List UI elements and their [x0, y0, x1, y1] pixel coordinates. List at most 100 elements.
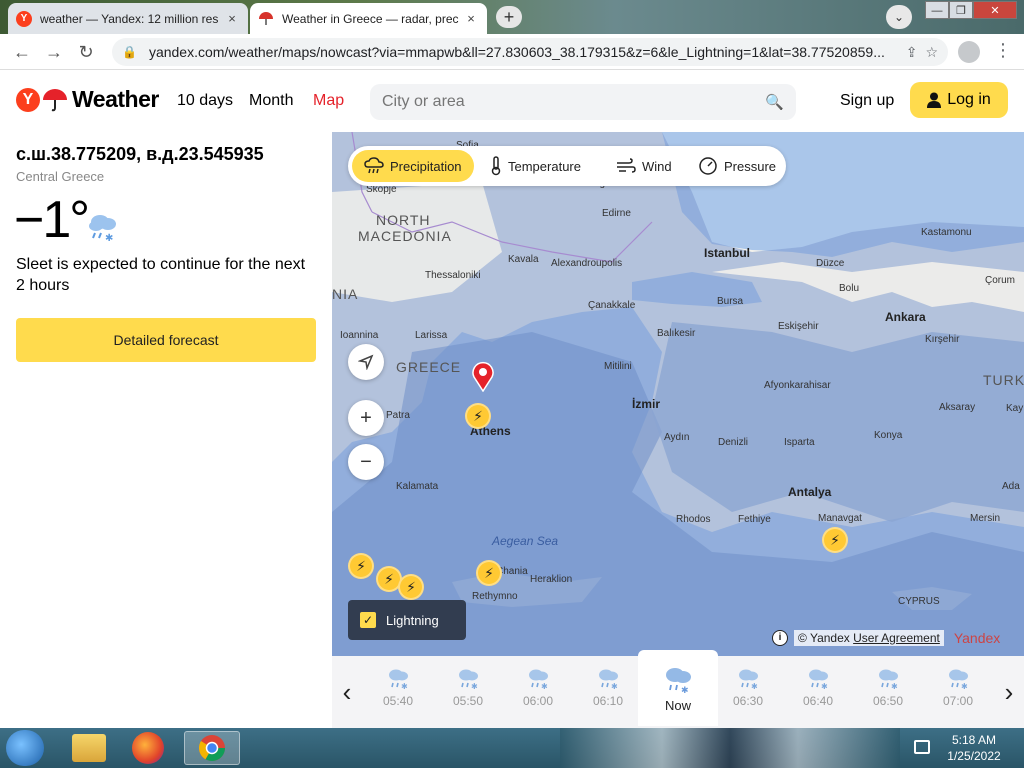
timeline-slot[interactable]: ✱ 05:50: [433, 656, 503, 728]
bookmark-star-icon[interactable]: ☆: [925, 44, 938, 61]
log-in-button[interactable]: Log in: [910, 82, 1008, 118]
sleet-cloud-icon: ✱: [89, 215, 116, 244]
browser-menu-icon[interactable]: ⋮: [994, 40, 1012, 61]
navigation-arrow-icon: [357, 354, 374, 371]
timeline-slot[interactable]: ✱ 06:40: [783, 656, 853, 728]
map-label-adana: Ada: [1002, 481, 1020, 492]
timeline-slot[interactable]: ✱ 05:40: [363, 656, 433, 728]
lightning-marker-icon[interactable]: ⚡: [465, 403, 491, 429]
layer-wind[interactable]: Wind: [604, 150, 684, 182]
thermometer-icon: [491, 156, 501, 176]
network-icon[interactable]: [914, 740, 930, 754]
forward-arrow-icon[interactable]: →: [42, 40, 66, 64]
locate-me-button[interactable]: [348, 344, 384, 380]
zoom-out-button[interactable]: −: [348, 444, 384, 480]
windows-start-button-icon[interactable]: [6, 730, 44, 766]
location-region: Central Greece: [16, 169, 105, 184]
map-label-isparta: Isparta: [784, 437, 815, 448]
reload-icon[interactable]: ↻: [74, 40, 98, 64]
city-search-input[interactable]: [382, 93, 766, 111]
profile-avatar-icon[interactable]: [958, 41, 980, 63]
window-close-button[interactable]: ✕: [973, 1, 1017, 19]
map-label-manavgat: Manavgat: [818, 513, 862, 524]
nowcast-timeline: ‹ ✱ 05:40 ✱ 05:50 ✱ 06:00 ✱ 06:10 ✱ Now …: [332, 650, 1024, 728]
nav-month[interactable]: Month: [249, 92, 293, 110]
location-pin-icon[interactable]: [470, 360, 496, 392]
timeline-slot[interactable]: ✱ 06:00: [503, 656, 573, 728]
map-label-alexandroupolis: Alexandroupolis: [551, 258, 623, 269]
yandex-logo-icon[interactable]: Y: [16, 88, 40, 112]
new-tab-button[interactable]: +: [496, 6, 522, 28]
map-label-mitilini: Mitilini: [604, 361, 632, 372]
lightning-marker-icon[interactable]: ⚡: [822, 527, 848, 553]
weather-map[interactable]: Sofia Skopje Plovdiv Burgas NORTH MACEDO…: [332, 132, 1024, 656]
lightning-marker-icon[interactable]: ⚡: [348, 553, 374, 579]
checkbox-checked-icon[interactable]: ✓: [360, 612, 376, 628]
map-label-kayseri: Kay: [1006, 403, 1024, 414]
timeline-slot[interactable]: ✱ 06:50: [853, 656, 923, 728]
map-base-layer: [332, 132, 1024, 656]
timeline-slot[interactable]: ✱ 06:30: [713, 656, 783, 728]
detailed-forecast-button[interactable]: Detailed forecast: [16, 318, 316, 362]
timeline-slot[interactable]: ✱ 06:10: [573, 656, 643, 728]
clock-time: 5:18 AM: [951, 733, 997, 747]
map-label-rhodes: Rhodos: [676, 514, 711, 525]
map-label-aydin: Aydın: [664, 432, 690, 443]
nav-map[interactable]: Map: [313, 92, 344, 110]
tab-search-chevron-icon[interactable]: ⌄: [886, 5, 912, 29]
svg-text:✱: ✱: [611, 682, 618, 690]
window-maximize-button[interactable]: ❐: [949, 1, 973, 19]
umbrella-favicon-icon: [258, 11, 274, 27]
taskbar-clock[interactable]: 5:18 AM 1/25/2022: [944, 732, 1004, 764]
timeline-slot-time: Now: [664, 698, 691, 713]
layer-temperature[interactable]: Temperature: [478, 150, 593, 182]
umbrella-logo-icon[interactable]: [42, 88, 68, 112]
zoom-in-button[interactable]: +: [348, 400, 384, 436]
svg-text:✱: ✱: [961, 682, 968, 690]
nav-10-days[interactable]: 10 days: [177, 92, 233, 110]
map-label-macedonia: MACEDONIA: [358, 228, 452, 244]
sleet-cloud-icon: ✱: [599, 669, 618, 690]
tab-close-icon[interactable]: ×: [463, 11, 479, 26]
weather-logo-text[interactable]: Weather: [72, 86, 159, 113]
map-label-north: NORTH: [376, 212, 431, 228]
file-explorer-icon[interactable]: [72, 734, 106, 762]
map-label-ankara: Ankara: [885, 310, 926, 324]
info-icon[interactable]: i: [772, 630, 788, 646]
back-arrow-icon[interactable]: ←: [10, 40, 34, 64]
sign-up-link[interactable]: Sign up: [840, 92, 894, 110]
tab-close-icon[interactable]: ×: [224, 11, 240, 26]
timeline-slot-time: 05:40: [382, 694, 414, 708]
timeline-slot[interactable]: ✱ 07:00: [923, 656, 993, 728]
timeline-next-arrow-icon[interactable]: ›: [994, 674, 1024, 710]
search-icon[interactable]: 🔍: [765, 93, 784, 111]
lightning-marker-icon[interactable]: ⚡: [476, 560, 502, 586]
timeline-prev-arrow-icon[interactable]: ‹: [332, 674, 362, 710]
layer-precipitation[interactable]: Precipitation: [352, 150, 474, 182]
window-minimize-button[interactable]: —: [925, 1, 949, 19]
address-bar[interactable]: 🔒 yandex.com/weather/maps/nowcast?via=mm…: [112, 38, 948, 66]
chrome-taskbar-button[interactable]: [184, 731, 240, 765]
map-label-greece: GREECE: [396, 359, 462, 375]
map-label-denizli: Denizli: [718, 437, 749, 448]
firefox-icon[interactable]: [132, 732, 164, 764]
timeline-slot-now[interactable]: ✱ Now: [638, 650, 718, 726]
map-label-patra: Patra: [386, 410, 410, 421]
share-icon[interactable]: ⇪: [906, 44, 918, 61]
tab-yandex-search[interactable]: Y weather — Yandex: 12 million res ×: [8, 3, 248, 34]
svg-text:✱: ✱: [751, 682, 758, 690]
user-agreement-link[interactable]: User Agreement: [853, 631, 940, 645]
layer-pressure[interactable]: Pressure: [686, 150, 788, 182]
sleet-cloud-icon: ✱: [529, 669, 548, 690]
tab-weather-map[interactable]: Weather in Greece — radar, prec ×: [250, 3, 487, 34]
map-label-afyonkarahisar: Afyonkarahisar: [764, 380, 831, 391]
lightning-marker-icon[interactable]: ⚡: [398, 574, 424, 600]
timeline-slot-time: 05:50: [452, 694, 484, 708]
timeline-slot-time: 07:00: [942, 694, 974, 708]
map-label-kirsehir: Kırşehir: [925, 334, 960, 345]
timeline-slot-time: 06:00: [522, 694, 554, 708]
map-label-bursa: Bursa: [717, 296, 744, 307]
sleet-cloud-icon: ✱: [389, 669, 408, 690]
lightning-layer-toggle[interactable]: ✓ Lightning: [348, 600, 466, 640]
svg-text:✱: ✱: [401, 682, 408, 690]
